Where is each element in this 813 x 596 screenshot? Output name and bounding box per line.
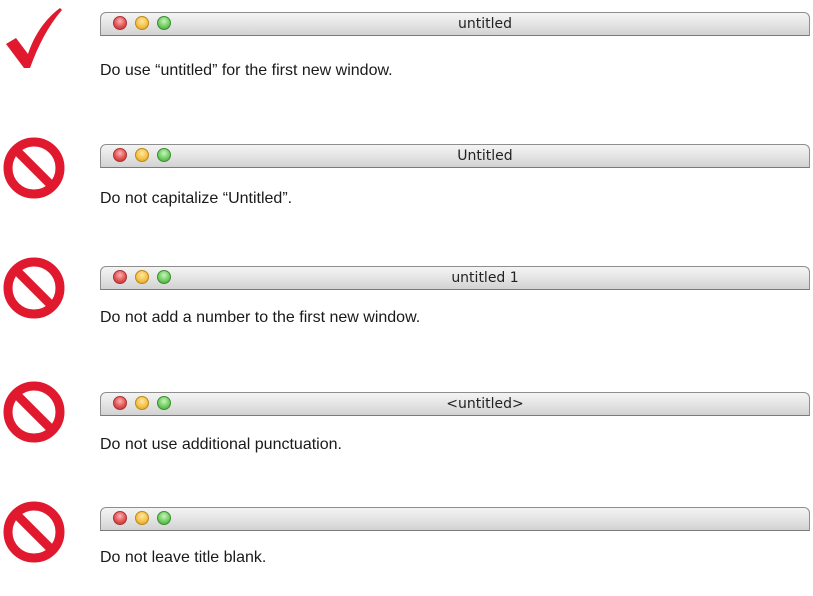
- zoom-button-icon[interactable]: [157, 511, 171, 525]
- prohibited-icon: [2, 136, 66, 200]
- window-titlebar[interactable]: [100, 507, 810, 531]
- guideline-caption: Do not capitalize “Untitled”.: [100, 190, 293, 207]
- window-title: Untitled: [457, 148, 513, 164]
- minimize-button-icon[interactable]: [135, 511, 149, 525]
- guideline-caption: Do not add a number to the first new win…: [100, 309, 421, 326]
- prohibited-icon: [2, 500, 66, 564]
- example-row-3: untitled 1 Do not add a number to the fi…: [0, 252, 813, 352]
- example-row-2: Untitled Do not capitalize “Untitled”.: [0, 132, 813, 232]
- guideline-caption: Do not use additional punctuation.: [100, 436, 342, 453]
- guideline-caption: Do use “untitled” for the first new wind…: [100, 62, 393, 79]
- window-titlebar[interactable]: untitled 1: [100, 266, 810, 290]
- window-title: untitled: [457, 16, 512, 32]
- guideline-caption: Do not leave title blank.: [100, 549, 267, 566]
- window-titlebar[interactable]: untitled: [100, 12, 810, 36]
- window-title: untitled 1: [451, 270, 519, 286]
- window-titlebar[interactable]: Untitled: [100, 144, 810, 168]
- window-titlebar[interactable]: <untitled>: [100, 392, 810, 416]
- example-row-1: untitled Do use “untitled” for the first…: [0, 0, 813, 100]
- prohibited-icon: [2, 380, 66, 444]
- example-row-4: <untitled> Do not use additional punctua…: [0, 376, 813, 476]
- checkmark-icon: [4, 6, 64, 70]
- example-row-5: Do not leave title blank.: [0, 496, 813, 596]
- prohibited-icon: [2, 256, 66, 320]
- close-button-icon[interactable]: [113, 511, 127, 525]
- window-title: <untitled>: [446, 396, 524, 412]
